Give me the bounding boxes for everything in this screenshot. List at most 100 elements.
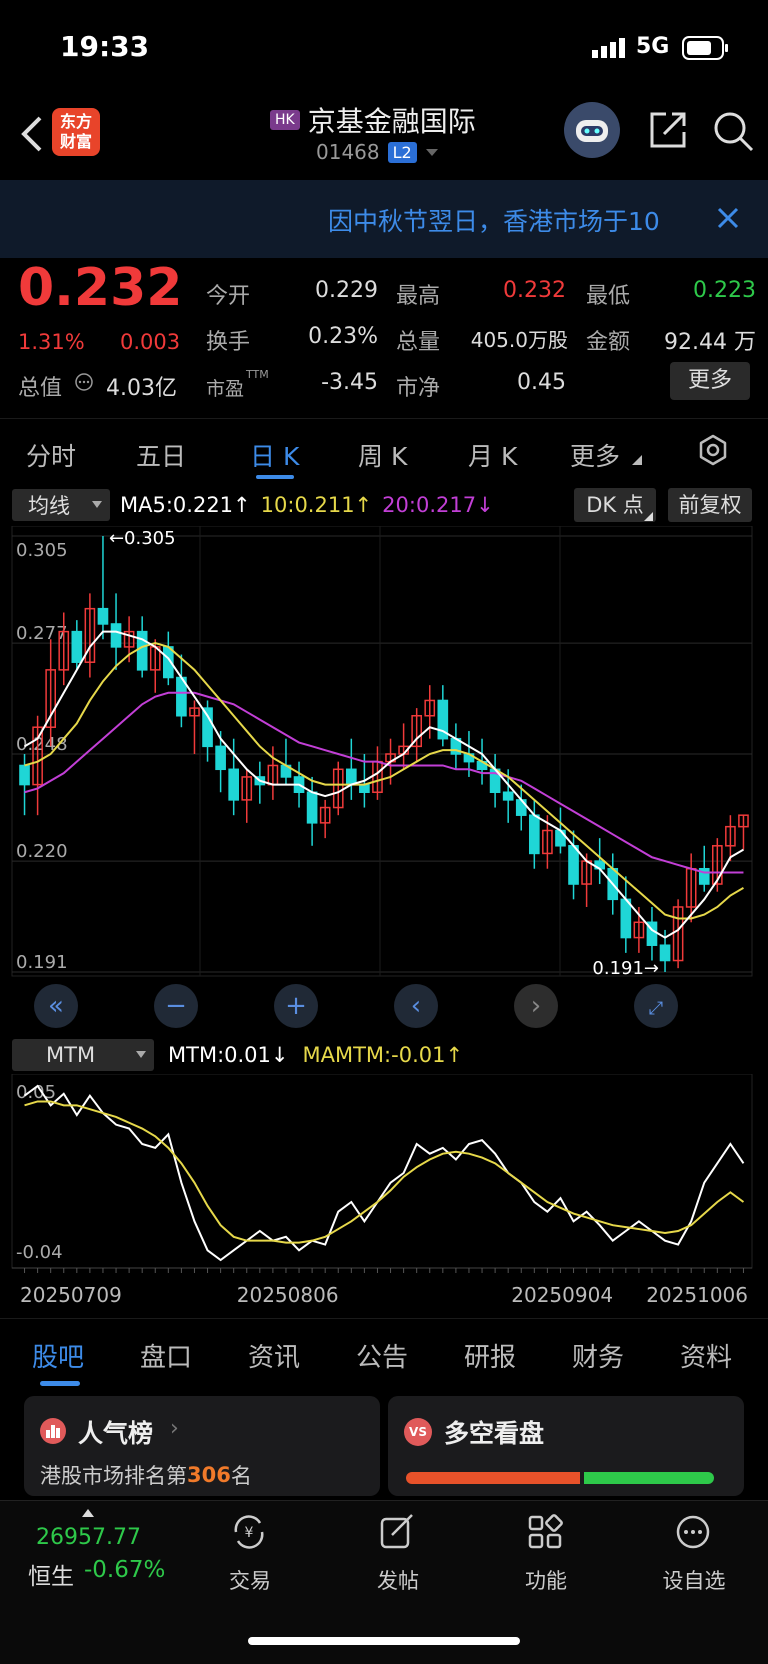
- notice-text: 因中秋节翌日，香港市场于10: [328, 207, 660, 236]
- candle-body: [71, 630, 83, 663]
- stock-name: 京基金融国际: [307, 105, 476, 138]
- mtm-line: [23, 1084, 745, 1262]
- quote-value-open: 0.229: [315, 278, 378, 303]
- zoom-out-button[interactable]: −: [154, 984, 198, 1028]
- rank-prefix: 港股市场排名第: [40, 1464, 187, 1488]
- quote-value-pb: 0.45: [517, 370, 566, 395]
- share-icon[interactable]: [648, 110, 688, 150]
- nav-functions[interactable]: 功能: [506, 1509, 586, 1599]
- edit-icon: [380, 1514, 413, 1549]
- robot-assistant-icon[interactable]: [564, 102, 620, 158]
- y-tick-label: 0.220: [16, 841, 68, 862]
- y-tick-label: 0.191: [16, 952, 68, 973]
- ma-indicator-bar: 均线 MA5:0.221↑ 10:0.211↑ 20:0.217↓: [12, 488, 494, 522]
- tab-more[interactable]: 更多: [570, 437, 620, 473]
- more-button[interactable]: 更多: [670, 362, 750, 400]
- ma-selector-label: 均线: [28, 494, 70, 518]
- mtm-value: MTM:0.01↓: [168, 1043, 289, 1067]
- status-bar: 19:33 5G: [0, 0, 768, 96]
- close-icon[interactable]: [716, 206, 740, 230]
- tab-weekly-k[interactable]: 周 K: [358, 437, 407, 473]
- candle-body: [306, 791, 318, 824]
- quote-label-pe: 市盈: [206, 378, 245, 400]
- x-date-label: 20250806: [237, 1283, 339, 1307]
- nav-post[interactable]: 发帖: [358, 1509, 438, 1599]
- quote-value-pe: -3.45: [321, 370, 378, 395]
- tab-announcements[interactable]: 公告: [356, 1337, 408, 1374]
- info-icon[interactable]: [74, 372, 94, 392]
- quote-label-amount: 金额: [586, 330, 631, 355]
- scroll-right-button[interactable]: ›: [514, 984, 558, 1028]
- nav-watchlist[interactable]: 设自选: [654, 1509, 734, 1599]
- mamtm-line: [24, 1100, 745, 1244]
- quote-value-turnover: 0.23%: [308, 324, 378, 349]
- chevron-right-icon: ›: [530, 991, 542, 1021]
- back-icon[interactable]: [18, 114, 44, 154]
- tab-orderbook[interactable]: 盘口: [140, 1337, 192, 1374]
- mtm-selector[interactable]: MTM: [12, 1039, 154, 1071]
- ma-selector[interactable]: 均线: [12, 489, 110, 521]
- last-price: 0.232: [18, 258, 183, 318]
- bull-bear-title: 多空看盘: [444, 1419, 545, 1448]
- scroll-start-button[interactable]: «: [34, 984, 78, 1028]
- minus-icon: −: [165, 991, 187, 1021]
- quote-value-low: 0.223: [693, 278, 756, 303]
- candle-body: [110, 623, 122, 648]
- more-dots-icon: [676, 1515, 710, 1549]
- yen-exchange-icon: ¥: [234, 1515, 264, 1549]
- index-value[interactable]: 26957.77: [36, 1525, 141, 1550]
- candle-body: [359, 783, 370, 793]
- app-logo[interactable]: 东方 财富: [52, 108, 100, 156]
- tab-forum[interactable]: 股吧: [32, 1337, 84, 1374]
- mtm-chart[interactable]: 0.05 -0.04 20250709 20250806 20250904 2025100…: [0, 1074, 768, 1314]
- bull-bar: [406, 1472, 580, 1484]
- ma10-value: 10:0.211↑: [260, 493, 373, 517]
- mamtm-value: MAMTM:-0.01↑: [302, 1043, 464, 1067]
- gear-icon[interactable]: [696, 433, 730, 467]
- signal-icon: [592, 38, 625, 58]
- popularity-title: 人气榜: [78, 1419, 154, 1448]
- nav-trade[interactable]: ¥ 交易: [210, 1509, 290, 1599]
- pe-ttm-label: TTM: [246, 368, 269, 381]
- tab-daily-k[interactable]: 日 K: [250, 437, 299, 473]
- caret-down-icon: [425, 149, 438, 156]
- tab-profile[interactable]: 资料: [680, 1337, 732, 1374]
- candle-body: [620, 898, 632, 939]
- tab-five-day[interactable]: 五日: [136, 437, 186, 473]
- stock-title[interactable]: HK 京基金融国际: [270, 100, 476, 140]
- high-annotation: ←0.305: [109, 528, 176, 549]
- expand-icon: ⤢: [648, 998, 664, 1019]
- quote-value-volume: 405.0万股: [470, 328, 568, 352]
- index-name[interactable]: 恒生: [28, 1557, 74, 1591]
- y-tick-label: 0.05: [16, 1082, 56, 1103]
- tab-research[interactable]: 研报: [464, 1337, 516, 1374]
- candle-body: [215, 745, 226, 771]
- fullscreen-button[interactable]: ⤢: [634, 984, 678, 1028]
- quote-label-pb: 市净: [396, 376, 441, 401]
- tab-intraday[interactable]: 分时: [26, 437, 76, 473]
- tab-news[interactable]: 资讯: [248, 1337, 300, 1374]
- tab-financials[interactable]: 财务: [572, 1337, 624, 1374]
- ma20-value: 20:0.217↓: [382, 493, 494, 517]
- x-date-label: 20250709: [20, 1283, 122, 1307]
- candle-body: [345, 768, 357, 786]
- bull-bear-card[interactable]: VS 多空看盘: [388, 1396, 744, 1496]
- zoom-in-button[interactable]: +: [274, 984, 318, 1028]
- quote-label-low: 最低: [586, 284, 631, 309]
- quote-panel: 0.232 1.31% 0.003 今开 0.229 最高 0.232 最低 0…: [0, 258, 768, 408]
- change-amount: 0.003: [120, 330, 181, 354]
- search-icon[interactable]: [712, 110, 754, 152]
- chart-frame: [11, 526, 753, 977]
- ma10-line: [24, 642, 744, 920]
- index-change[interactable]: -0.67%: [84, 1557, 165, 1583]
- candle-body: [502, 791, 514, 801]
- home-indicator: [248, 1637, 520, 1645]
- tab-monthly-k[interactable]: 月 K: [468, 437, 517, 473]
- popularity-card[interactable]: 人气榜 › 港股市场排名第 306 名: [24, 1396, 380, 1496]
- scroll-left-button[interactable]: ‹: [394, 984, 438, 1028]
- stock-code-row[interactable]: 01468 L2: [316, 140, 439, 164]
- candle-body: [97, 607, 109, 625]
- candle-body: [228, 768, 240, 801]
- kline-chart[interactable]: 0.3050.2770.2480.2200.191←0.3050.191→: [0, 526, 768, 1036]
- adjust-price-button[interactable]: 前复权: [668, 488, 752, 522]
